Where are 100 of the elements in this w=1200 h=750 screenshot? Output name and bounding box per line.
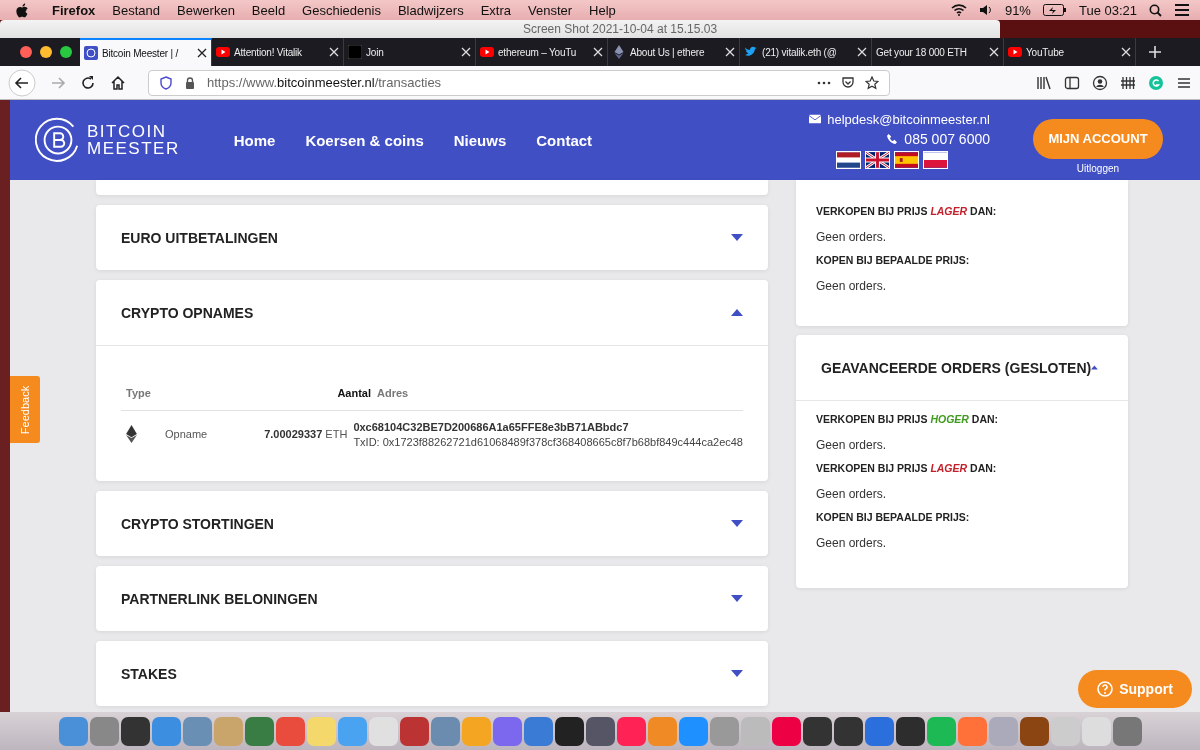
- site-logo[interactable]: BITCOIN MEESTER: [35, 117, 180, 163]
- tab-title: Get your 18 000 ETH: [876, 46, 968, 58]
- app-icon[interactable]: [1019, 716, 1049, 746]
- phone-number[interactable]: 085 007 6000: [904, 130, 990, 147]
- logo-text: BITCOIN: [87, 123, 168, 140]
- zoom-window-button[interactable]: [60, 46, 72, 58]
- expand-icon[interactable]: [731, 234, 743, 241]
- section-title[interactable]: EURO UITBETALINGEN: [121, 229, 278, 246]
- coin-icon: [35, 117, 81, 163]
- close-window-button[interactable]: [20, 46, 32, 58]
- wifi-icon[interactable]: [950, 4, 967, 16]
- menu-item[interactable]: Venster: [528, 2, 573, 18]
- home-icon[interactable]: [110, 74, 126, 91]
- expand-icon[interactable]: [731, 670, 743, 677]
- empty-message: Geen orders.: [816, 487, 888, 501]
- column-header[interactable]: Type: [121, 387, 276, 399]
- tab-title: (21) vitalik.eth (@: [762, 46, 838, 58]
- app-icon[interactable]: [802, 716, 832, 746]
- menu-item[interactable]: Help: [589, 2, 616, 18]
- nav-link[interactable]: Home: [233, 131, 276, 149]
- collapse-icon[interactable]: [1091, 364, 1098, 371]
- pocket-icon[interactable]: [841, 75, 855, 90]
- order-rule-label: VERKOPEN BIJ PRIJS LAGER DAN:: [816, 462, 998, 474]
- column-header[interactable]: Aantal: [276, 387, 377, 399]
- app-icon[interactable]: [833, 716, 863, 746]
- nav-link[interactable]: Contact: [536, 131, 593, 149]
- app-icon[interactable]: [895, 716, 925, 746]
- play-icon: [1008, 45, 1022, 59]
- section-title[interactable]: CRYPTO OPNAMES: [121, 304, 254, 321]
- column-header[interactable]: Adres: [377, 387, 743, 399]
- nav-link[interactable]: Koersen & coins: [305, 131, 424, 149]
- expand-icon[interactable]: [731, 595, 743, 602]
- star-icon[interactable]: [865, 75, 879, 90]
- app-icon[interactable]: [120, 716, 150, 746]
- coin-icon: [84, 46, 98, 60]
- section-title[interactable]: PARTNERLINK BELONINGEN: [121, 590, 318, 607]
- browser-tab[interactable]: Bitcoin Meester | /: [80, 38, 212, 66]
- close-icon[interactable]: [197, 48, 207, 58]
- app-icon[interactable]: [554, 716, 584, 746]
- flag-icon[interactable]: [865, 150, 890, 169]
- table-cell: Opname: [165, 428, 208, 440]
- new-tab-icon[interactable]: [1148, 45, 1162, 59]
- order-rule-label: KOPEN BIJ BEPAALDE PRIJS:: [816, 254, 971, 266]
- transaction-id: TxID: 0x1723f88262721d61068489f378cf368408665c8f7b68bf849c444ca2ec48: [353, 435, 743, 448]
- play-icon: [216, 45, 230, 59]
- menu-item[interactable]: Beeld: [251, 2, 286, 18]
- tab-title: Join: [366, 46, 385, 58]
- ethereum-icon: [126, 425, 137, 443]
- back-icon[interactable]: [8, 68, 36, 97]
- panel-title[interactable]: GEAVANCEERDE ORDERS (GESLOTEN): [821, 359, 1092, 376]
- menu-item[interactable]: Bewerken: [177, 2, 235, 18]
- battery-icon[interactable]: [1042, 4, 1067, 16]
- collapse-icon[interactable]: [731, 309, 743, 316]
- menu-item[interactable]: Bladwijzers: [397, 2, 464, 18]
- phone-icon: [886, 133, 899, 144]
- wallet-address: 0xc68104C32BE7D200686A1a65FFE8e3bB71ABbdc7: [353, 420, 630, 433]
- empty-message: Geen orders.: [816, 279, 888, 293]
- menu-item[interactable]: Bestand: [112, 2, 161, 18]
- section-title[interactable]: STAKES: [121, 665, 177, 682]
- battery-percentage: 91%: [1004, 2, 1031, 18]
- order-rule-label: KOPEN BIJ BEPAALDE PRIJS:: [816, 511, 971, 523]
- menu-item[interactable]: Geschiedenis: [302, 2, 381, 18]
- library-icon[interactable]: [1036, 74, 1052, 91]
- email-link[interactable]: helpdesk@bitcoinmeester.nl: [827, 111, 990, 127]
- tab-title: YouTube: [1026, 46, 1065, 58]
- play-icon: [480, 45, 494, 59]
- address-bar[interactable]: https://www.bitcoinmeester.nl/transacties: [148, 69, 890, 96]
- lock-icon: [183, 75, 197, 90]
- account-icon[interactable]: [1092, 74, 1108, 91]
- tab-title: Bitcoin Meester | /: [102, 47, 180, 59]
- clock[interactable]: Tue 03:21: [1078, 2, 1137, 18]
- sidebar-icon[interactable]: [1064, 74, 1080, 91]
- url-text: https://www.bitcoinmeester.nl/transacties: [207, 75, 443, 90]
- minimize-window-button[interactable]: [40, 46, 52, 58]
- tab-title: About Us | ethere: [630, 46, 706, 58]
- help-icon: [1097, 681, 1114, 697]
- order-rule-label: VERKOPEN BIJ PRIJS HOGER DAN:: [816, 413, 1000, 425]
- logo-text: MEESTER: [87, 140, 180, 157]
- logout-link[interactable]: Uitloggen: [1076, 162, 1120, 174]
- expand-icon[interactable]: [731, 520, 743, 527]
- section-title[interactable]: CRYPTO STORTINGEN: [121, 515, 274, 532]
- menu-item[interactable]: Extra: [480, 2, 511, 18]
- apple-icon[interactable]: [16, 2, 29, 18]
- empty-message: Geen orders.: [816, 230, 888, 244]
- grid-icon[interactable]: [1120, 74, 1136, 91]
- tab-title: ethereum – YouTu: [498, 46, 578, 58]
- shield-icon: [159, 75, 173, 90]
- tab-title: Attention! Vitalik: [234, 46, 303, 58]
- app-icon[interactable]: [585, 716, 615, 746]
- order-rule-label: VERKOPEN BIJ PRIJS LAGER DAN:: [816, 205, 998, 217]
- bird-icon: [744, 45, 758, 59]
- nav-link[interactable]: Nieuws: [453, 131, 507, 149]
- menu-item[interactable]: Firefox: [52, 2, 96, 18]
- envelope-icon: [809, 114, 822, 124]
- search-icon[interactable]: [1149, 3, 1162, 17]
- reload-icon[interactable]: [80, 74, 96, 91]
- menu-icon[interactable]: [1174, 4, 1190, 16]
- volume-icon[interactable]: [978, 4, 993, 16]
- window-title: Screen Shot 2021-10-04 at 15.15.03: [521, 22, 718, 36]
- empty-message: Geen orders.: [816, 438, 888, 452]
